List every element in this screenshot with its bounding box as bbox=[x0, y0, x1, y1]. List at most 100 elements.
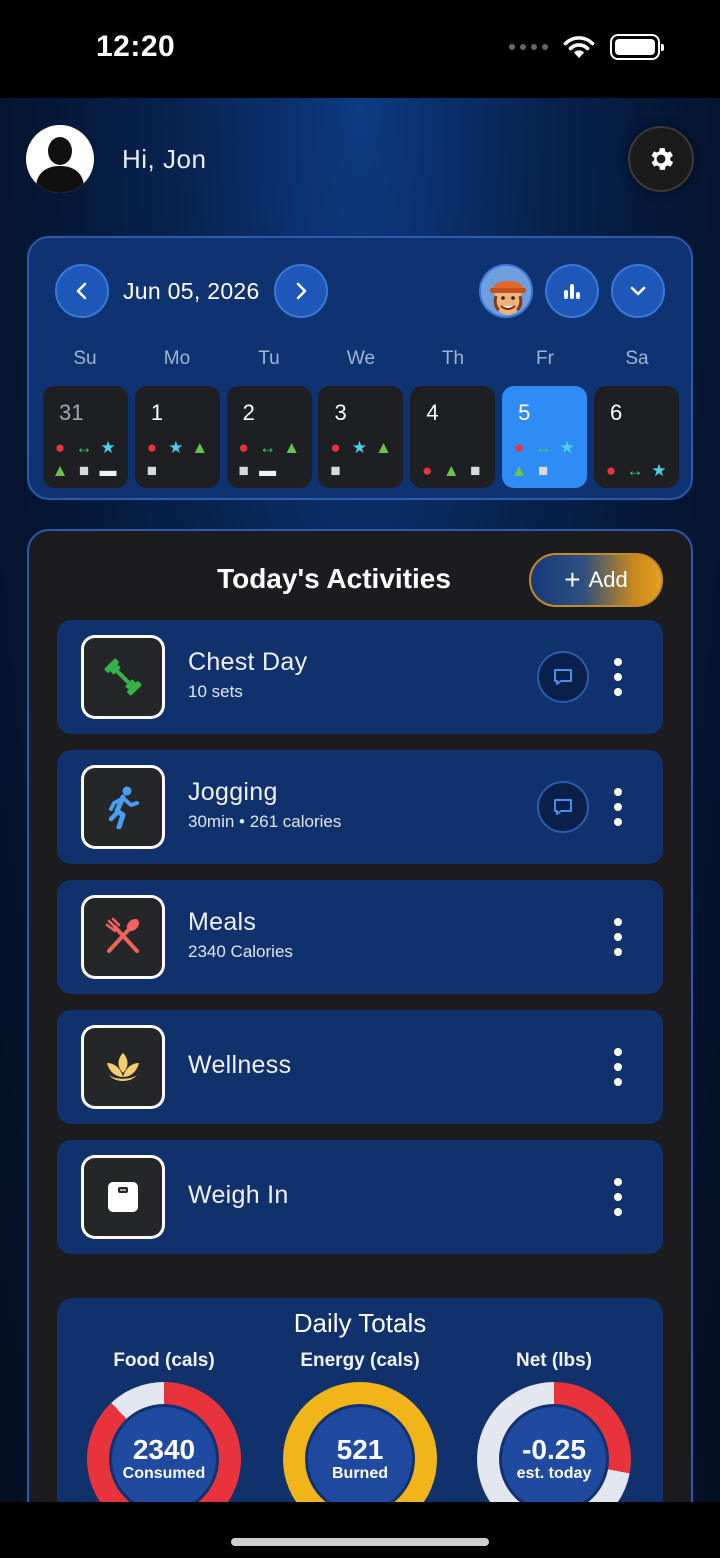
apple-icon: ● bbox=[330, 438, 341, 457]
gauge-caption: Consumed bbox=[122, 1465, 206, 1482]
activity-detail: 10 sets bbox=[188, 682, 243, 701]
day-activity-icons: ● ★ ▲ ■ bbox=[324, 437, 399, 482]
todays-activities-panel: Today's Activities + Add Chest Day 10 se… bbox=[27, 529, 693, 1502]
activity-card-chest-day[interactable]: Chest Day 10 sets bbox=[57, 620, 663, 734]
more-options-button[interactable] bbox=[603, 658, 633, 696]
comment-button[interactable] bbox=[537, 651, 589, 703]
settings-button[interactable] bbox=[628, 126, 694, 192]
user-avatar[interactable] bbox=[26, 125, 94, 193]
day-activity-icons: ● ↔ ★ ▲ ■ bbox=[508, 437, 583, 482]
salad-icon: ▲ bbox=[51, 461, 69, 480]
gauge-value: -0.25 bbox=[522, 1434, 586, 1465]
daily-totals-card: Daily Totals Food (cals) 2340 Consumed E… bbox=[57, 1298, 663, 1502]
day-cell[interactable]: 3 ● ★ ▲ ■ bbox=[318, 386, 404, 488]
chevron-right-icon bbox=[296, 282, 306, 300]
gauge-center: 521 Burned bbox=[305, 1404, 415, 1502]
more-options-button[interactable] bbox=[603, 1178, 633, 1216]
gauge-ring: -0.25 est. today bbox=[477, 1382, 631, 1502]
gauge-label: Net (lbs) bbox=[516, 1350, 592, 1371]
activity-card-weigh-in[interactable]: Weigh In bbox=[57, 1140, 663, 1254]
app-screen: Hi, Jon Jun 05, 2026 Su Mo Tu We Th Fr S… bbox=[0, 98, 720, 1502]
day-activity-icons: ● ▲ ■ bbox=[416, 460, 491, 482]
day-number: 2 bbox=[242, 400, 255, 425]
scale-icon: ■ bbox=[78, 461, 90, 480]
next-week-button[interactable] bbox=[273, 264, 328, 318]
more-options-button[interactable] bbox=[603, 918, 633, 956]
activity-icon-tile bbox=[81, 635, 165, 719]
gauge-ring: 521 Burned bbox=[283, 1382, 437, 1502]
run-icon: ★ bbox=[651, 461, 667, 480]
dumbbell-icon bbox=[104, 658, 142, 696]
gauge-value: 521 bbox=[336, 1434, 384, 1465]
coach-cartoon-icon bbox=[481, 266, 531, 316]
gauge-ring: 2340 Consumed bbox=[87, 1382, 241, 1502]
day-number: 6 bbox=[609, 400, 623, 425]
plus-icon: + bbox=[564, 564, 581, 595]
activity-card-meals[interactable]: Meals 2340 Calories bbox=[57, 880, 663, 994]
gear-icon bbox=[651, 148, 674, 170]
apple-icon: ● bbox=[514, 438, 525, 457]
weekday-label: Fr bbox=[536, 348, 554, 369]
food-gauge[interactable]: Food (cals) 2340 Consumed bbox=[67, 1350, 261, 1502]
scale-icon: ■ bbox=[538, 461, 549, 480]
status-icons bbox=[509, 34, 664, 60]
dumbbell-icon: ↔ bbox=[534, 438, 552, 457]
battery-icon bbox=[610, 34, 664, 60]
day-cell[interactable]: 2 ● ↔ ▲ ■ ▬ bbox=[226, 386, 312, 488]
day-number: 31 bbox=[59, 400, 84, 425]
activity-name: Wellness bbox=[188, 1051, 292, 1079]
salad-icon: ▲ bbox=[442, 461, 460, 480]
previous-week-button[interactable] bbox=[55, 264, 109, 318]
activity-card-jogging[interactable]: Jogging 30min • 261 calories bbox=[57, 750, 663, 864]
gauge-caption: Burned bbox=[332, 1465, 388, 1482]
day-cell[interactable]: 1 ● ★ ▲ ■ bbox=[134, 386, 220, 488]
apple-icon: ● bbox=[146, 438, 157, 457]
day-cell[interactable]: 4 ● ▲ ■ bbox=[410, 386, 496, 488]
energy-gauge[interactable]: Energy (cals) 521 Burned bbox=[263, 1350, 457, 1502]
day-number: 3 bbox=[334, 400, 347, 425]
activity-name: Chest Day bbox=[188, 648, 308, 676]
comment-button[interactable] bbox=[537, 781, 589, 833]
running-icon bbox=[108, 786, 139, 829]
scale-icon: ■ bbox=[146, 461, 157, 480]
week-calendar: Jun 05, 2026 Su Mo Tu We Th Fr Sa 31 ● ↔… bbox=[27, 236, 693, 500]
signal-icon bbox=[509, 44, 548, 50]
salad-icon: ▲ bbox=[375, 438, 392, 457]
activity-name: Jogging bbox=[188, 778, 278, 806]
weekday-label: Tu bbox=[258, 348, 280, 369]
activity-name: Meals bbox=[188, 908, 257, 936]
more-options-button[interactable] bbox=[603, 1048, 633, 1086]
activity-name: Weigh In bbox=[188, 1181, 289, 1209]
activity-icon-tile bbox=[81, 1025, 165, 1109]
day-cell[interactable]: 31 ● ↔ ★ ▲ ■ ▬ bbox=[43, 386, 128, 488]
day-number: 4 bbox=[426, 400, 439, 425]
dumbbell-icon: ↔ bbox=[259, 438, 277, 457]
home-indicator[interactable] bbox=[231, 1538, 489, 1546]
chat-bubble-icon bbox=[554, 799, 572, 815]
bar-chart-icon bbox=[564, 284, 580, 299]
scale-icon: ■ bbox=[238, 461, 249, 480]
scale-icon: ■ bbox=[330, 461, 341, 480]
book-icon: ▬ bbox=[259, 461, 277, 480]
greeting-text: Hi, Jon bbox=[122, 143, 207, 174]
add-activity-button[interactable]: + Add bbox=[529, 553, 663, 607]
activity-card-wellness[interactable]: Wellness bbox=[57, 1010, 663, 1124]
gauge-value: 2340 bbox=[132, 1434, 196, 1465]
day-activity-icons: ● ↔ ★ ▲ ■ ▬ bbox=[49, 437, 124, 482]
weekday-label: Mo bbox=[163, 348, 191, 369]
add-label: Add bbox=[588, 567, 628, 592]
net-gauge[interactable]: Net (lbs) -0.25 est. today bbox=[457, 1350, 651, 1502]
expand-calendar-button[interactable] bbox=[611, 264, 665, 318]
chat-bubble-icon bbox=[554, 669, 572, 685]
day-cell[interactable]: 5 ● ↔ ★ ▲ ■ bbox=[502, 386, 588, 488]
day-cell[interactable]: 6 ● ↔ ★ bbox=[593, 386, 679, 488]
more-options-button[interactable] bbox=[603, 788, 633, 826]
coach-avatar[interactable] bbox=[479, 264, 533, 318]
run-icon: ★ bbox=[100, 438, 116, 457]
apple-icon: ● bbox=[605, 461, 617, 480]
calendar-actions bbox=[479, 264, 665, 318]
gauge-center: -0.25 est. today bbox=[499, 1404, 609, 1502]
selected-date-label[interactable]: Jun 05, 2026 bbox=[123, 278, 260, 305]
gauge-center: 2340 Consumed bbox=[109, 1404, 219, 1502]
stats-button[interactable] bbox=[545, 264, 599, 318]
